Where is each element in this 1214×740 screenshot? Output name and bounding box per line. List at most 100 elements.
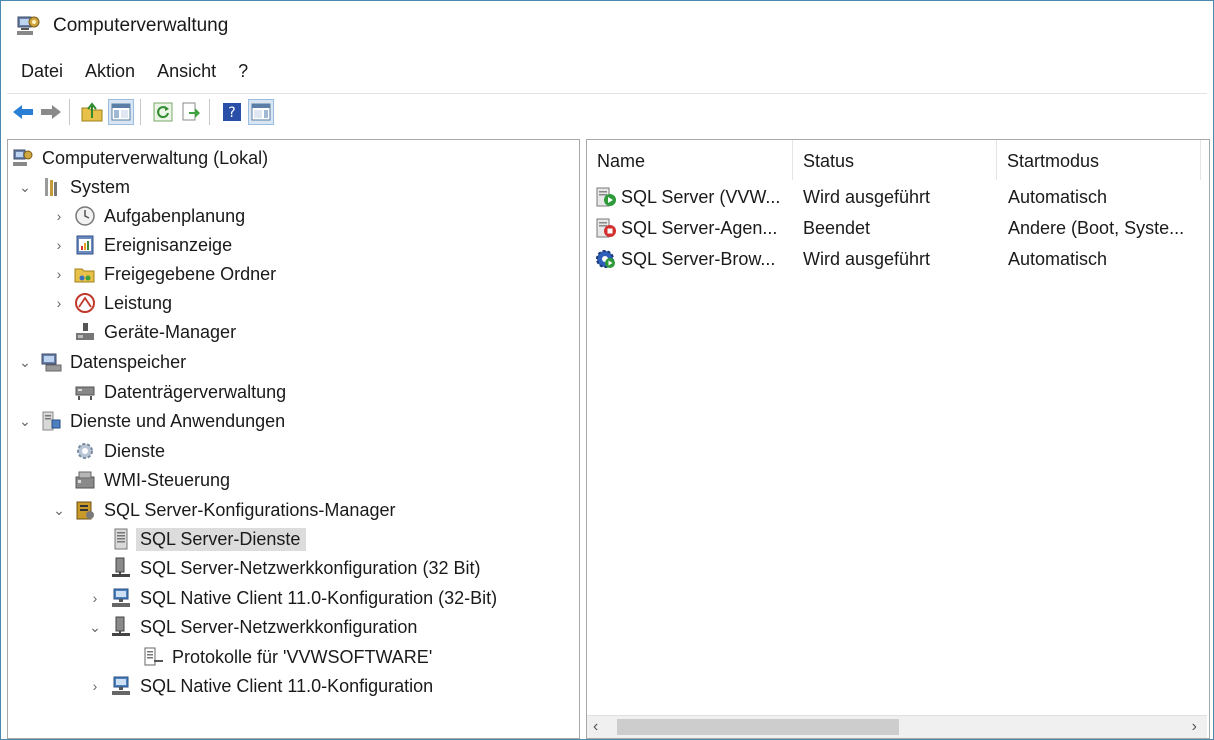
refresh-icon[interactable] bbox=[151, 100, 175, 124]
shared-folder-icon bbox=[74, 263, 96, 285]
tree-item-sql-config-manager[interactable]: ⌄ SQL Server-Konfigurations-Manager bbox=[50, 496, 399, 524]
scroll-thumb[interactable] bbox=[617, 719, 899, 735]
scroll-left-icon[interactable]: ‹ bbox=[593, 716, 598, 738]
tree-item-datenspeicher[interactable]: ⌄ Datenspeicher bbox=[16, 348, 190, 376]
chevron-down-icon[interactable]: ⌄ bbox=[86, 618, 104, 636]
chevron-right-icon[interactable]: › bbox=[50, 294, 68, 312]
tree-item-freigegebene-ordner[interactable]: › Freigegebene Ordner bbox=[50, 260, 280, 288]
forward-icon[interactable] bbox=[39, 100, 63, 124]
storage-icon bbox=[40, 351, 62, 373]
export-icon[interactable] bbox=[179, 100, 203, 124]
menu-help[interactable]: ? bbox=[238, 61, 248, 82]
service-stopped-icon bbox=[595, 217, 617, 239]
service-running-icon bbox=[595, 186, 617, 208]
navigation-tree[interactable]: Computerverwaltung (Lokal) ⌄ System › Au… bbox=[7, 139, 580, 739]
tree-item-geraete-manager[interactable]: Geräte-Manager bbox=[68, 318, 240, 346]
tree-label: Datenspeicher bbox=[70, 351, 187, 372]
column-header-startmodus[interactable]: Startmodus bbox=[997, 140, 1201, 180]
tree-item-computerverwaltung[interactable]: Computerverwaltung (Lokal) bbox=[12, 144, 272, 172]
chevron-down-icon[interactable]: ⌄ bbox=[16, 412, 34, 430]
tree-label: Aufgabenplanung bbox=[104, 205, 246, 226]
tree-item-sql-server-dienste[interactable]: SQL Server-Dienste bbox=[104, 525, 307, 553]
tree-item-protokolle[interactable]: Protokolle für 'VVWSOFTWARE' bbox=[136, 643, 436, 671]
cell-status: Beendet bbox=[803, 218, 871, 238]
action-pane-icon[interactable] bbox=[248, 99, 274, 125]
network-config-icon bbox=[110, 616, 132, 638]
menu-aktion[interactable]: Aktion bbox=[85, 61, 135, 82]
service-browser-icon bbox=[595, 248, 617, 270]
tree-label: WMI-Steuerung bbox=[104, 469, 231, 490]
column-header-name[interactable]: Name bbox=[587, 140, 793, 180]
list-row-sql-server-browser[interactable]: SQL Server-Brow... Wird ausgeführt Autom… bbox=[587, 244, 1207, 274]
cell-status: Wird ausgeführt bbox=[803, 249, 931, 269]
tree-label: Dienste bbox=[104, 440, 166, 461]
computer-management-window: Computerverwaltung Datei Aktion Ansicht … bbox=[0, 0, 1214, 740]
back-icon[interactable] bbox=[11, 100, 35, 124]
tree-label: Ereignisanzeige bbox=[104, 234, 233, 255]
tree-label: SQL Native Client 11.0-Konfiguration (32… bbox=[140, 587, 498, 608]
cell-startmodus: Automatisch bbox=[1008, 249, 1108, 269]
column-header-status[interactable]: Status bbox=[793, 140, 997, 180]
chevron-right-icon[interactable]: › bbox=[86, 677, 104, 695]
tree-label: SQL Server-Dienste bbox=[136, 527, 307, 551]
tree-label: SQL Server-Netzwerkkonfiguration (32 Bit… bbox=[140, 557, 481, 578]
tree-item-leistung[interactable]: › Leistung bbox=[50, 289, 176, 317]
tree-item-datentraegerverwaltung[interactable]: Datenträgerverwaltung bbox=[68, 378, 290, 406]
menu-bar: Datei Aktion Ansicht ? bbox=[1, 55, 1213, 87]
service-name: SQL Server-Agen... bbox=[621, 218, 778, 238]
scroll-right-icon[interactable]: › bbox=[1192, 716, 1197, 738]
show-tree-icon[interactable] bbox=[108, 99, 134, 125]
tree-item-ereignisanzeige[interactable]: › Ereignisanzeige bbox=[50, 231, 236, 259]
tree-item-netzwerkkonfiguration-32[interactable]: SQL Server-Netzwerkkonfiguration (32 Bit… bbox=[104, 554, 484, 582]
chevron-right-icon[interactable]: › bbox=[50, 207, 68, 225]
tree-item-dienste-und-anwendungen[interactable]: ⌄ Dienste und Anwendungen bbox=[16, 407, 289, 435]
tree-label: Geräte-Manager bbox=[104, 321, 237, 342]
cell-name: SQL Server (VVW... bbox=[595, 182, 780, 212]
sql-services-icon bbox=[110, 528, 132, 550]
toolbar: ? bbox=[7, 93, 1207, 130]
list-header: Name Status Startmodus bbox=[587, 140, 1207, 180]
tree-label: Dienste und Anwendungen bbox=[70, 410, 286, 431]
tree-item-wmi-steuerung[interactable]: WMI-Steuerung bbox=[68, 466, 234, 494]
help-icon[interactable]: ? bbox=[220, 100, 244, 124]
tree-item-dienste[interactable]: Dienste bbox=[68, 437, 169, 465]
chevron-right-icon[interactable]: › bbox=[50, 236, 68, 254]
tree-item-native-client-32[interactable]: › SQL Native Client 11.0-Konfiguration (… bbox=[86, 584, 501, 612]
cell-startmodus: Andere (Boot, Syste... bbox=[1008, 218, 1185, 238]
menu-ansicht[interactable]: Ansicht bbox=[157, 61, 216, 82]
tree-item-system[interactable]: ⌄ System bbox=[16, 173, 134, 201]
window-title: Computerverwaltung bbox=[53, 15, 229, 36]
tree-label: SQL Server-Netzwerkkonfiguration bbox=[140, 616, 418, 637]
chevron-down-icon[interactable]: ⌄ bbox=[16, 178, 34, 196]
event-viewer-icon bbox=[74, 234, 96, 256]
computer-management-icon bbox=[12, 147, 34, 169]
chevron-right-icon[interactable]: › bbox=[86, 589, 104, 607]
svg-text:?: ? bbox=[228, 105, 235, 121]
cell-name: SQL Server-Brow... bbox=[595, 244, 775, 274]
computer-management-app-icon bbox=[15, 13, 41, 39]
service-name: SQL Server-Brow... bbox=[621, 249, 776, 269]
tree-label: SQL Server-Konfigurations-Manager bbox=[104, 499, 396, 520]
list-row-sql-server-agent[interactable]: SQL Server-Agen... Beendet Andere (Boot,… bbox=[587, 213, 1207, 243]
chevron-down-icon[interactable]: ⌄ bbox=[50, 501, 68, 519]
tree-item-native-client[interactable]: › SQL Native Client 11.0-Konfiguration bbox=[86, 672, 437, 700]
toolbar-separator bbox=[69, 99, 70, 125]
list-row-sql-server[interactable]: SQL Server (VVW... Wird ausgeführt Autom… bbox=[587, 182, 1207, 212]
chevron-right-icon[interactable]: › bbox=[50, 265, 68, 283]
menu-datei[interactable]: Datei bbox=[21, 61, 63, 82]
service-name: SQL Server (VVW... bbox=[621, 187, 781, 207]
performance-icon bbox=[74, 292, 96, 314]
wmi-icon bbox=[74, 469, 96, 491]
horizontal-scrollbar[interactable]: ‹ › bbox=[587, 715, 1207, 738]
cell-startmodus: Automatisch bbox=[1008, 187, 1108, 207]
up-folder-icon[interactable] bbox=[80, 100, 104, 124]
cell-status: Wird ausgeführt bbox=[803, 187, 931, 207]
device-manager-icon bbox=[74, 321, 96, 343]
chevron-down-icon[interactable]: ⌄ bbox=[16, 353, 34, 371]
disk-icon bbox=[74, 381, 96, 403]
services-list[interactable]: Name Status Startmodus SQL Server (VVW..… bbox=[586, 139, 1210, 739]
tree-label: Datenträgerverwaltung bbox=[104, 381, 287, 402]
tree-item-aufgabenplanung[interactable]: › Aufgabenplanung bbox=[50, 202, 249, 230]
services-apps-icon bbox=[40, 410, 62, 432]
tree-item-netzwerkkonfiguration[interactable]: ⌄ SQL Server-Netzwerkkonfiguration bbox=[86, 613, 421, 641]
